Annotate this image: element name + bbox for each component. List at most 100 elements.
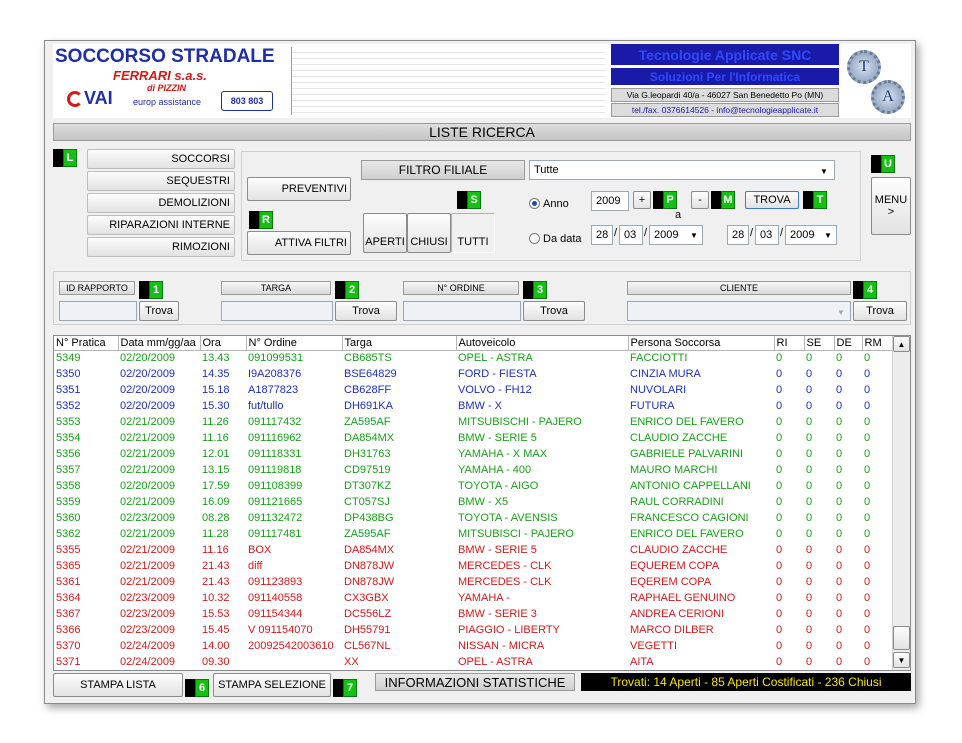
column-header[interactable]: Ora [200,336,247,351]
badge-3-label: 3 [533,281,547,299]
results-grid[interactable]: N° Pratica Data mm/gg/aa Ora N° Ordine Targa… [53,335,911,671]
table-cell: 0 [836,544,843,556]
badge-2-black [335,281,345,299]
scroll-thumb[interactable] [893,626,910,650]
table-cell: A1877823 [248,384,299,396]
table-row[interactable]: 5366 02/23/2009 15.45 V 091154070 DH55791 PIA… [54,622,892,638]
attiva-filtri-button[interactable]: ATTIVA FILTRI [247,231,351,255]
table-row[interactable]: 5367 02/23/2009 15.53 091154344 DC556LZ BMW -… [54,606,892,622]
table-row[interactable]: 5360 02/23/2009 08.28 091132472 DP438BG TOYOT… [54,510,892,526]
filtro-filiale-select[interactable]: Tutte ▼ [529,160,835,180]
menu-demolizioni[interactable]: DEMOLIZIONI [87,193,235,213]
table-cell: 5370 [56,640,81,652]
trova-ordine-button[interactable]: Trova [523,301,585,321]
chevron-down-icon[interactable]: ▼ [816,162,832,180]
column-header[interactable]: Data mm/gg/aa [118,336,201,351]
to-day-input[interactable]: 28 [727,225,749,245]
anno-radio[interactable] [529,198,540,209]
table-cell: 0 [776,368,783,380]
table-cell: 5352 [56,400,81,412]
table-row[interactable]: 5362 02/21/2009 11.28 091117481 ZA595AF MITSU… [54,526,892,542]
trova-targa-button[interactable]: Trova [335,301,397,321]
table-cell: YAMAHA - 400 [458,464,532,476]
da-data-radio[interactable] [529,233,540,244]
trova-cliente-button[interactable]: Trova [853,301,907,321]
table-cell: 0 [864,416,871,428]
targa-input[interactable] [221,301,333,321]
scroll-up-icon[interactable]: ▲ [893,336,910,352]
column-header[interactable]: Autoveicolo [456,336,629,351]
table-row[interactable]: 5371 02/24/2009 09.30 XX OPEL - ASTRA AITA 0 0 0… [54,654,892,670]
cliente-select[interactable]: ▼ [627,301,851,321]
table-cell: BMW - SERIE 3 [458,608,537,620]
badge-7-label: 7 [343,679,357,697]
table-cell: CT057SJ [344,496,390,508]
table-cell: 0 [776,624,783,636]
column-header[interactable]: DE [834,336,863,351]
column-header[interactable]: RM [862,336,893,351]
table-cell: 5364 [56,592,81,604]
table-row[interactable]: 5355 02/21/2009 11.16 BOX DA854MX BMW - SERIE… [54,542,892,558]
table-row[interactable]: 5358 02/20/2009 17.59 091108399 DT307KZ TOYOT… [54,478,892,494]
plus-button[interactable]: + [633,191,651,209]
table-cell: FORD - FIESTA [458,368,537,380]
table-row[interactable]: 5350 02/20/2009 14.35 I9A208376 BSE64829 FORD… [54,366,892,382]
scroll-down-icon[interactable]: ▼ [893,652,910,668]
stampa-selezione-button[interactable]: STAMPA SELEZIONE [213,673,331,697]
menu-soccorsi[interactable]: SOCCORSI [87,149,235,169]
table-cell: 13.15 [202,464,230,476]
table-cell: 0 [864,512,871,524]
trova-id-button[interactable]: Trova [139,301,179,321]
table-row[interactable]: 5351 02/20/2009 15.18 A1877823 CB628FF VOLVO … [54,382,892,398]
column-header[interactable]: N° Pratica [54,336,119,351]
chiusi-button[interactable]: CHIUSI [407,213,451,253]
n-ordine-input[interactable] [403,301,521,321]
table-row[interactable]: 5349 02/20/2009 13.43 091099531 CB685TS OPEL … [54,350,892,366]
table-row[interactable]: 5364 02/23/2009 10.32 091140558 CX3GBX YAMAHA… [54,590,892,606]
vendor-address: Via G.leopardi 40/a - 46027 San Benedett… [611,88,839,102]
badge-u: U [871,155,895,173]
table-row[interactable]: 5353 02/21/2009 11.26 091117432 ZA595AF MITSU… [54,414,892,430]
column-header[interactable]: RI [774,336,805,351]
vertical-scrollbar[interactable]: ▲ ▼ [892,336,910,670]
table-row[interactable]: 5361 02/21/2009 21.43 091123893 DN878JW MERCE… [54,574,892,590]
table-row[interactable]: 5356 02/21/2009 12.01 091118331 DH31763 YAMAH… [54,446,892,462]
minus-button[interactable]: - [691,191,709,209]
table-row[interactable]: 5352 02/20/2009 15.30 fut/tullo DH691KA BMW -… [54,398,892,414]
table-row[interactable]: 5354 02/21/2009 11.16 091116962 DA854MX BMW -… [54,430,892,446]
preventivi-button[interactable]: PREVENTIVI [247,177,351,201]
aperti-button[interactable]: APERTI [363,213,407,253]
from-month-input[interactable]: 03 [619,225,643,245]
to-month-input[interactable]: 03 [755,225,779,245]
column-header[interactable]: Targa [342,336,457,351]
to-year-input[interactable]: 2009 ▼ [785,225,837,245]
chevron-down-icon[interactable]: ▼ [833,303,849,321]
table-row[interactable]: 5359 02/21/2009 16.09 091121665 CT057SJ BMW -… [54,494,892,510]
stampa-lista-button[interactable]: STAMPA LISTA [53,673,183,697]
column-header[interactable]: SE [804,336,835,351]
id-rapporto-input[interactable] [59,301,137,321]
column-header[interactable]: N° Ordine [246,336,343,351]
table-cell: 02/24/2009 [120,656,176,668]
table-cell: 0 [836,640,843,652]
table-cell: 0 [836,624,843,636]
chevron-down-icon[interactable]: ▼ [820,226,836,244]
from-day-input[interactable]: 28 [591,225,613,245]
menu-sequestri[interactable]: SEQUESTRI [87,171,235,191]
table-cell: 0 [776,544,783,556]
table-cell: fut/tullo [248,400,284,412]
column-header[interactable]: Persona Soccorsa [628,336,775,351]
chevron-down-icon[interactable]: ▼ [686,226,702,244]
menu-riparazioni-interne[interactable]: RIPARAZIONI INTERNE [87,215,235,235]
table-cell: 02/21/2009 [120,416,176,428]
from-year-input[interactable]: 2009 ▼ [649,225,703,245]
anno-input[interactable]: 2009 [591,191,629,211]
badge-r-label: R [259,211,273,229]
tutti-button[interactable]: TUTTI [451,213,495,253]
trova-date-button[interactable]: TROVA [745,191,799,209]
table-row[interactable]: 5365 02/21/2009 21.43 diff DN878JW MERCEDES -… [54,558,892,574]
table-row[interactable]: 5357 02/21/2009 13.15 091119818 CD97519 YAMAH… [54,462,892,478]
table-row[interactable]: 5370 02/24/2009 14.00 20092542003610 CL567NL… [54,638,892,654]
menu-button[interactable]: MENU > [871,177,911,235]
menu-rimozioni[interactable]: RIMOZIONI [87,237,235,257]
